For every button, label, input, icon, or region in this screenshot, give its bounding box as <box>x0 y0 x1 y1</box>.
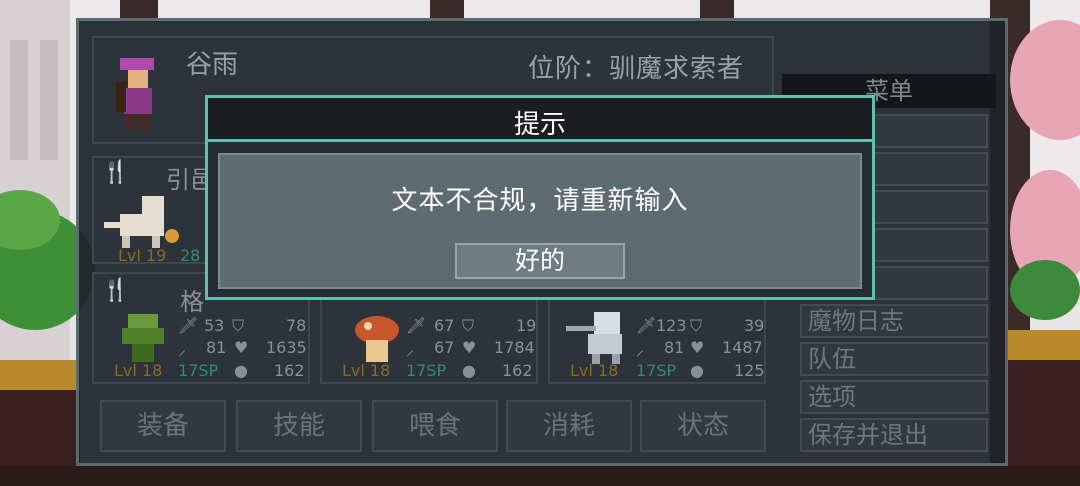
heart-icon: ♥ <box>690 338 705 357</box>
menu-item-options[interactable]: 选项 <box>800 380 988 414</box>
food-icon: ● <box>690 361 704 380</box>
mushroom-monster-icon <box>355 316 399 362</box>
party-5-level: Lvl 18 <box>342 361 391 380</box>
food-icon: ● <box>234 361 248 380</box>
hero-rank: 位阶：驯魔求索者 <box>528 54 745 84</box>
status-button[interactable]: 状态 <box>640 400 766 452</box>
party-4-food: 162 <box>274 361 305 380</box>
heart-icon: ♥ <box>234 338 249 357</box>
party-6-level: Lvl 18 <box>570 361 619 380</box>
cat-monster-icon <box>104 196 179 248</box>
party-5-sp: 17SP <box>406 361 447 380</box>
sword-icon: 🗡 <box>178 316 199 335</box>
fork-knife-icon: 🍴 <box>102 160 130 185</box>
party-4-level: Lvl 18 <box>114 361 163 380</box>
party-6-def: 39 <box>744 316 765 335</box>
party-4-mag: 81 <box>206 338 227 357</box>
party-5-mag: 67 <box>434 338 455 357</box>
sword-icon: 🗡 <box>406 316 427 335</box>
dialog-message: 文本不合规，请重新输入 <box>391 186 689 216</box>
menu-item-party[interactable]: 队伍 <box>800 342 988 376</box>
party-6-atk: 123 <box>656 316 687 335</box>
party-1-level: Lvl 19 <box>118 246 167 265</box>
hero-name: 谷雨 <box>186 50 239 80</box>
party-6-mag: 81 <box>664 338 685 357</box>
party-5-def: 19 <box>516 316 537 335</box>
wand-icon: ⸝ <box>406 340 415 359</box>
fork-knife-icon: 🍴 <box>102 278 130 303</box>
dialog-title: 提示 <box>513 110 566 140</box>
party-6-sp: 17SP <box>636 361 677 380</box>
party-4-name: 格 <box>180 288 204 316</box>
plant-monster-icon <box>122 314 164 362</box>
food-icon: ● <box>462 361 476 380</box>
party-4-atk: 53 <box>204 316 225 335</box>
shield-icon: ⛉ <box>690 316 703 335</box>
party-5-food: 162 <box>502 361 533 380</box>
ok-button[interactable]: 好的 <box>455 243 625 279</box>
party-5-atk: 67 <box>434 316 455 335</box>
shield-icon: ⛉ <box>232 316 245 335</box>
equip-button[interactable]: 装备 <box>100 400 226 452</box>
party-4-def: 78 <box>286 316 307 335</box>
hero-sprite-icon <box>116 58 154 130</box>
party-1-sp: 28 <box>180 246 201 265</box>
menu-item-monster-log[interactable]: 魔物日志 <box>800 304 988 338</box>
sword-icon: 🗡 <box>636 316 657 335</box>
consume-button[interactable]: 消耗 <box>506 400 632 452</box>
party-6-hp: 1487 <box>722 338 763 357</box>
cat-knight-monster-icon <box>566 312 622 364</box>
feed-button[interactable]: 喂食 <box>372 400 498 452</box>
heart-icon: ♥ <box>462 338 477 357</box>
party-4-sp: 17SP <box>178 361 219 380</box>
wand-icon: ⸝ <box>178 340 187 359</box>
skills-button[interactable]: 技能 <box>236 400 362 452</box>
party-5-hp: 1784 <box>494 338 535 357</box>
wand-icon: ⸝ <box>636 340 645 359</box>
shield-icon: ⛉ <box>462 316 475 335</box>
menu-item-save-quit[interactable]: 保存并退出 <box>800 418 988 452</box>
party-4-hp: 1635 <box>266 338 307 357</box>
party-6-food: 125 <box>734 361 765 380</box>
